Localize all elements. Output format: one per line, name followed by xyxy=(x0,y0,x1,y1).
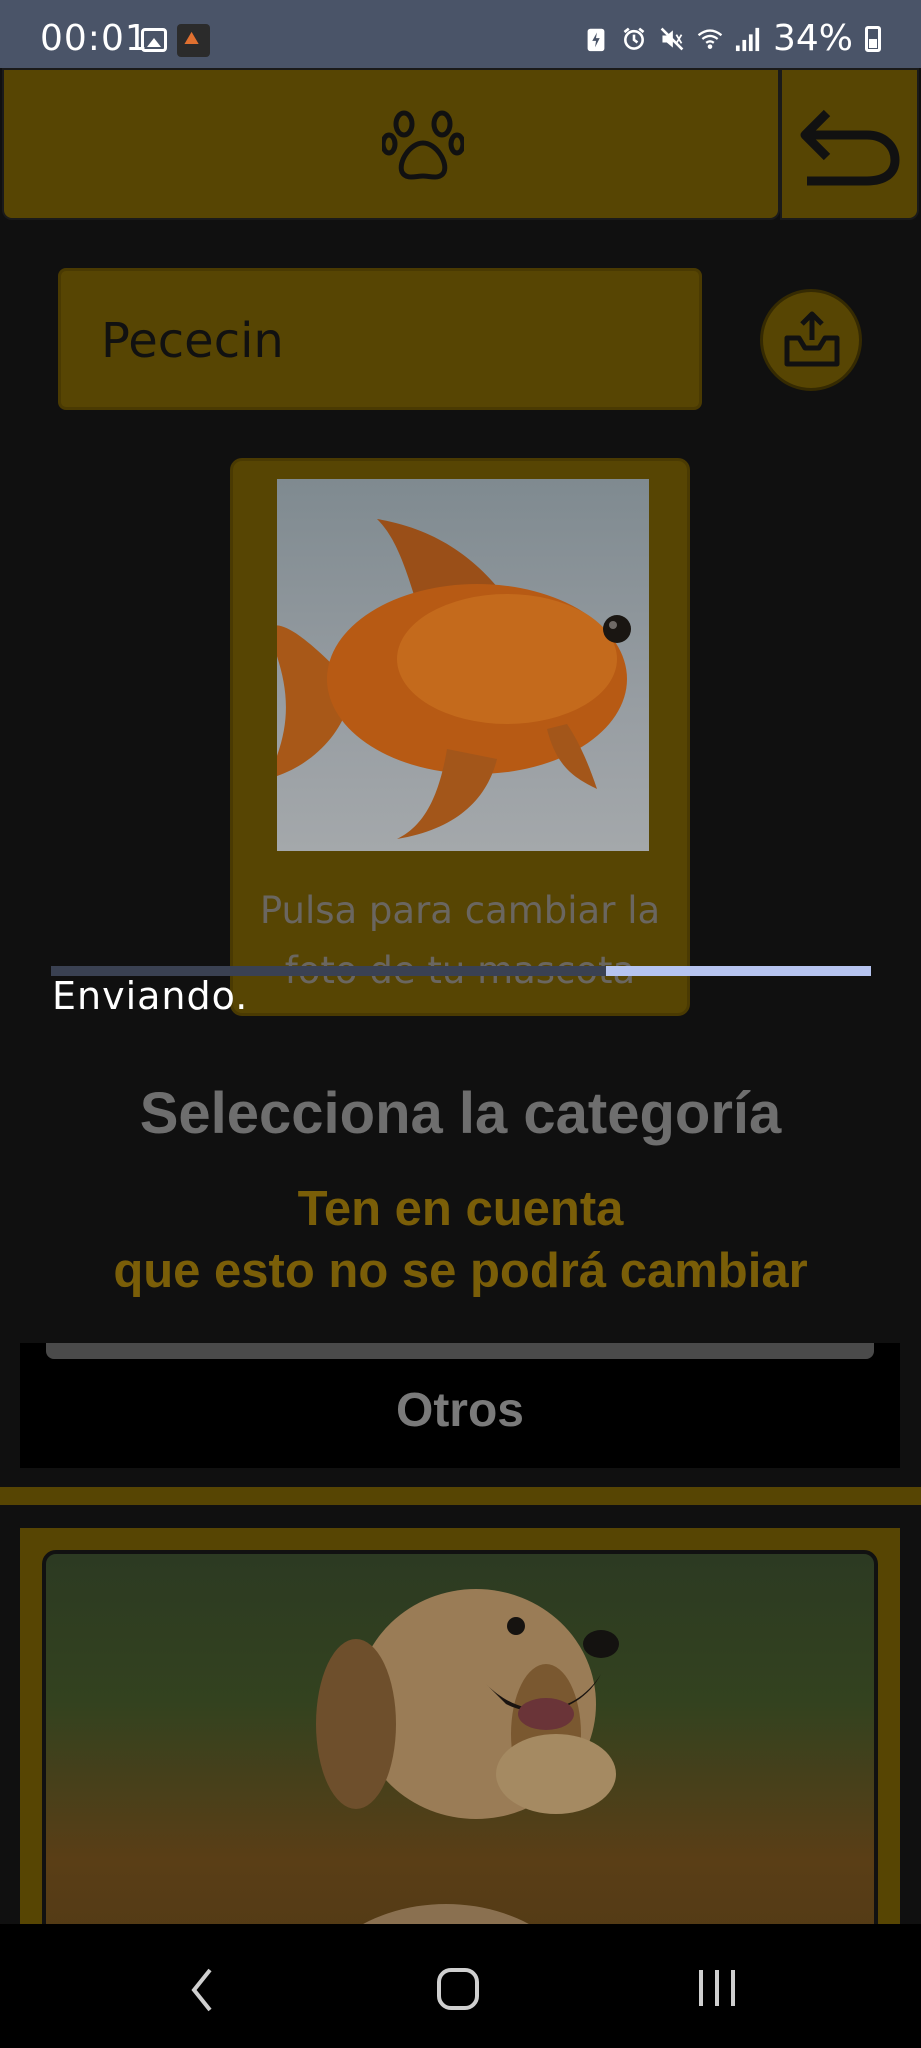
progress-fill xyxy=(606,966,871,976)
pet-name-input[interactable]: Pececin xyxy=(58,268,702,410)
nav-bar xyxy=(0,1924,921,2048)
status-icons: 34% xyxy=(583,18,881,59)
upload-icon xyxy=(784,311,840,367)
section-divider xyxy=(0,1487,921,1505)
app-notification-icon xyxy=(177,24,210,57)
nav-recents-icon[interactable] xyxy=(697,1968,737,2008)
pet-name-value: Pececin xyxy=(101,313,284,369)
paw-icon xyxy=(382,110,464,180)
top-bar xyxy=(2,68,780,220)
goldfish-image xyxy=(277,519,631,839)
upload-button[interactable] xyxy=(760,289,862,391)
warning-line-1: Ten en cuenta xyxy=(297,1182,624,1236)
wifi-icon xyxy=(697,28,723,49)
category-warning: Ten en cuenta que esto no se podrá cambi… xyxy=(0,1178,921,1302)
pet-photo xyxy=(277,479,649,851)
battery-saver-icon xyxy=(587,28,605,51)
category-dropdown[interactable]: Otros xyxy=(20,1343,900,1468)
photo-hint-text: Pulsa para cambiar la foto de tu mascota xyxy=(259,889,661,992)
battery-percent: 34% xyxy=(772,18,853,59)
pet-photo-card[interactable]: Pulsa para cambiar la foto de tu mascota xyxy=(230,458,690,1016)
alarm-icon xyxy=(623,27,645,50)
back-button[interactable] xyxy=(780,68,919,220)
back-arrow-icon xyxy=(800,109,900,186)
sending-label: Enviando. xyxy=(52,974,249,1018)
status-bar: 00:01 34% xyxy=(0,0,921,68)
nav-back-icon[interactable] xyxy=(190,1968,214,2012)
nav-home-icon[interactable] xyxy=(437,1968,479,2010)
battery-icon xyxy=(865,25,881,52)
category-selected-value: Otros xyxy=(395,1384,524,1437)
mute-icon xyxy=(660,27,684,50)
dropdown-top-edge xyxy=(46,1343,874,1359)
signal-icon xyxy=(735,27,760,51)
gallery-icon xyxy=(141,28,167,52)
warning-line-2: que esto no se podrá cambiar xyxy=(113,1244,808,1298)
status-time: 00:01 xyxy=(40,18,149,59)
category-title: Selecciona la categoría xyxy=(139,1081,782,1146)
